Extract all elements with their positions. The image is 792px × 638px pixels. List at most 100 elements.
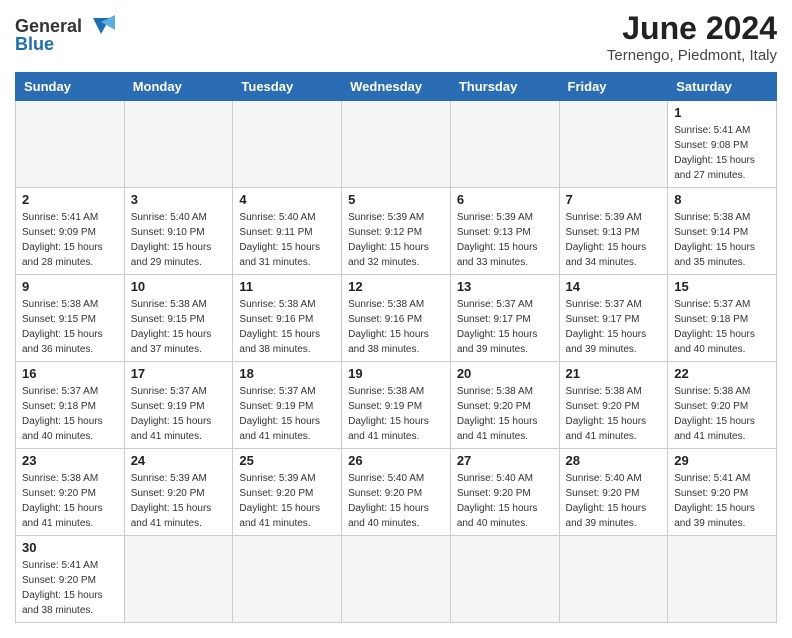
- day-number: 17: [131, 366, 227, 381]
- calendar-week-row: 2 Sunrise: 5:41 AM Sunset: 9:09 PM Daylig…: [16, 188, 777, 275]
- day-info: Sunrise: 5:41 AM Sunset: 9:09 PM Dayligh…: [22, 210, 118, 270]
- day-info: Sunrise: 5:37 AM Sunset: 9:17 PM Dayligh…: [566, 297, 662, 357]
- calendar-cell: 25 Sunrise: 5:39 AM Sunset: 9:20 PM Dayli…: [233, 449, 342, 536]
- day-info: Sunrise: 5:40 AM Sunset: 9:20 PM Dayligh…: [348, 471, 444, 531]
- calendar-cell: 15 Sunrise: 5:37 AM Sunset: 9:18 PM Dayli…: [668, 275, 777, 362]
- day-number: 20: [457, 366, 553, 381]
- weekday-header-tuesday: Tuesday: [233, 73, 342, 101]
- calendar-cell: 13Sunrise: 5:37 AM Sunset: 9:17 PM Dayli…: [450, 275, 559, 362]
- day-number: 16: [22, 366, 118, 381]
- day-number: 19: [348, 366, 444, 381]
- day-number: 13: [457, 279, 553, 294]
- weekday-header-friday: Friday: [559, 73, 668, 101]
- calendar-cell: 22 Sunrise: 5:38 AM Sunset: 9:20 PM Dayli…: [668, 362, 777, 449]
- day-number: 11: [239, 279, 335, 294]
- day-number: 4: [239, 192, 335, 207]
- day-number: 28: [566, 453, 662, 468]
- calendar-week-row: 23 Sunrise: 5:38 AM Sunset: 9:20 PM Dayli…: [16, 449, 777, 536]
- day-info: Sunrise: 5:39 AM Sunset: 9:13 PM Dayligh…: [566, 210, 662, 270]
- calendar-cell: 6 Sunrise: 5:39 AM Sunset: 9:13 PM Daylig…: [450, 188, 559, 275]
- calendar-cell: 9 Sunrise: 5:38 AM Sunset: 9:15 PM Daylig…: [16, 275, 125, 362]
- calendar-cell: 11 Sunrise: 5:38 AM Sunset: 9:16 PM Dayli…: [233, 275, 342, 362]
- day-number: 26: [348, 453, 444, 468]
- calendar-cell: 12 Sunrise: 5:38 AM Sunset: 9:16 PM Dayli…: [342, 275, 451, 362]
- day-number: 23: [22, 453, 118, 468]
- calendar-cell: 16 Sunrise: 5:37 AM Sunset: 9:18 PM Dayli…: [16, 362, 125, 449]
- calendar-cell: 24 Sunrise: 5:39 AM Sunset: 9:20 PM Dayli…: [124, 449, 233, 536]
- svg-text:Blue: Blue: [15, 34, 54, 54]
- day-number: 8: [674, 192, 770, 207]
- day-number: 21: [566, 366, 662, 381]
- calendar-cell: 28Sunrise: 5:40 AM Sunset: 9:20 PM Dayli…: [559, 449, 668, 536]
- day-number: 27: [457, 453, 553, 468]
- day-info: Sunrise: 5:37 AM Sunset: 9:18 PM Dayligh…: [22, 384, 118, 444]
- day-info: Sunrise: 5:38 AM Sunset: 9:14 PM Dayligh…: [674, 210, 770, 270]
- day-info: Sunrise: 5:37 AM Sunset: 9:18 PM Dayligh…: [674, 297, 770, 357]
- day-info: Sunrise: 5:38 AM Sunset: 9:16 PM Dayligh…: [348, 297, 444, 357]
- day-number: 30: [22, 540, 118, 555]
- day-number: 10: [131, 279, 227, 294]
- calendar-cell: 2 Sunrise: 5:41 AM Sunset: 9:09 PM Daylig…: [16, 188, 125, 275]
- day-info: Sunrise: 5:39 AM Sunset: 9:12 PM Dayligh…: [348, 210, 444, 270]
- day-number: 18: [239, 366, 335, 381]
- day-info: Sunrise: 5:41 AM Sunset: 9:08 PM Dayligh…: [674, 123, 770, 183]
- calendar-cell: 3Sunrise: 5:40 AM Sunset: 9:10 PM Daylig…: [124, 188, 233, 275]
- calendar-cell: 30 Sunrise: 5:41 AM Sunset: 9:20 PM Dayli…: [16, 536, 125, 623]
- calendar-cell: [450, 101, 559, 188]
- calendar-cell: 18 Sunrise: 5:37 AM Sunset: 9:19 PM Dayli…: [233, 362, 342, 449]
- page-header: General Blue June 2024 Ternengo, Piedmon…: [15, 10, 777, 64]
- calendar-cell: [16, 101, 125, 188]
- day-number: 12: [348, 279, 444, 294]
- calendar-week-row: 1 Sunrise: 5:41 AM Sunset: 9:08 PM Daylig…: [16, 101, 777, 188]
- calendar-cell: 29Sunrise: 5:41 AM Sunset: 9:20 PM Dayli…: [668, 449, 777, 536]
- day-info: Sunrise: 5:39 AM Sunset: 9:13 PM Dayligh…: [457, 210, 553, 270]
- svg-text:General: General: [15, 16, 82, 36]
- day-number: 22: [674, 366, 770, 381]
- weekday-header-thursday: Thursday: [450, 73, 559, 101]
- calendar-title-area: June 2024 Ternengo, Piedmont, Italy: [607, 10, 777, 64]
- calendar-table: SundayMondayTuesdayWednesdayThursdayFrid…: [15, 72, 777, 623]
- weekday-header-saturday: Saturday: [668, 73, 777, 101]
- calendar-cell: [124, 101, 233, 188]
- calendar-cell: 20Sunrise: 5:38 AM Sunset: 9:20 PM Dayli…: [450, 362, 559, 449]
- weekday-header-sunday: Sunday: [16, 73, 125, 101]
- day-number: 14: [566, 279, 662, 294]
- weekday-header-wednesday: Wednesday: [342, 73, 451, 101]
- calendar-cell: [559, 536, 668, 623]
- calendar-cell: [124, 536, 233, 623]
- day-info: Sunrise: 5:37 AM Sunset: 9:19 PM Dayligh…: [239, 384, 335, 444]
- calendar-cell: [342, 101, 451, 188]
- calendar-cell: 8 Sunrise: 5:38 AM Sunset: 9:14 PM Daylig…: [668, 188, 777, 275]
- day-info: Sunrise: 5:38 AM Sunset: 9:20 PM Dayligh…: [674, 384, 770, 444]
- day-number: 1: [674, 105, 770, 120]
- calendar-cell: 7Sunrise: 5:39 AM Sunset: 9:13 PM Daylig…: [559, 188, 668, 275]
- day-number: 2: [22, 192, 118, 207]
- calendar-cell: 5Sunrise: 5:39 AM Sunset: 9:12 PM Daylig…: [342, 188, 451, 275]
- calendar-cell: 27 Sunrise: 5:40 AM Sunset: 9:20 PM Dayli…: [450, 449, 559, 536]
- day-number: 25: [239, 453, 335, 468]
- day-info: Sunrise: 5:38 AM Sunset: 9:20 PM Dayligh…: [22, 471, 118, 531]
- day-info: Sunrise: 5:38 AM Sunset: 9:19 PM Dayligh…: [348, 384, 444, 444]
- calendar-cell: [668, 536, 777, 623]
- day-info: Sunrise: 5:40 AM Sunset: 9:11 PM Dayligh…: [239, 210, 335, 270]
- day-info: Sunrise: 5:40 AM Sunset: 9:20 PM Dayligh…: [457, 471, 553, 531]
- day-info: Sunrise: 5:41 AM Sunset: 9:20 PM Dayligh…: [22, 558, 118, 618]
- calendar-week-row: 9 Sunrise: 5:38 AM Sunset: 9:15 PM Daylig…: [16, 275, 777, 362]
- day-info: Sunrise: 5:41 AM Sunset: 9:20 PM Dayligh…: [674, 471, 770, 531]
- day-info: Sunrise: 5:39 AM Sunset: 9:20 PM Dayligh…: [239, 471, 335, 531]
- calendar-cell: 26 Sunrise: 5:40 AM Sunset: 9:20 PM Dayli…: [342, 449, 451, 536]
- calendar-cell: [342, 536, 451, 623]
- calendar-week-row: 16 Sunrise: 5:37 AM Sunset: 9:18 PM Dayli…: [16, 362, 777, 449]
- day-number: 6: [457, 192, 553, 207]
- day-info: Sunrise: 5:39 AM Sunset: 9:20 PM Dayligh…: [131, 471, 227, 531]
- day-info: Sunrise: 5:38 AM Sunset: 9:16 PM Dayligh…: [239, 297, 335, 357]
- day-number: 9: [22, 279, 118, 294]
- logo-text: General Blue: [15, 10, 125, 60]
- calendar-cell: 19 Sunrise: 5:38 AM Sunset: 9:19 PM Dayli…: [342, 362, 451, 449]
- day-number: 15: [674, 279, 770, 294]
- calendar-cell: 1 Sunrise: 5:41 AM Sunset: 9:08 PM Daylig…: [668, 101, 777, 188]
- calendar-location: Ternengo, Piedmont, Italy: [607, 47, 777, 64]
- day-info: Sunrise: 5:38 AM Sunset: 9:15 PM Dayligh…: [22, 297, 118, 357]
- day-number: 24: [131, 453, 227, 468]
- calendar-cell: [559, 101, 668, 188]
